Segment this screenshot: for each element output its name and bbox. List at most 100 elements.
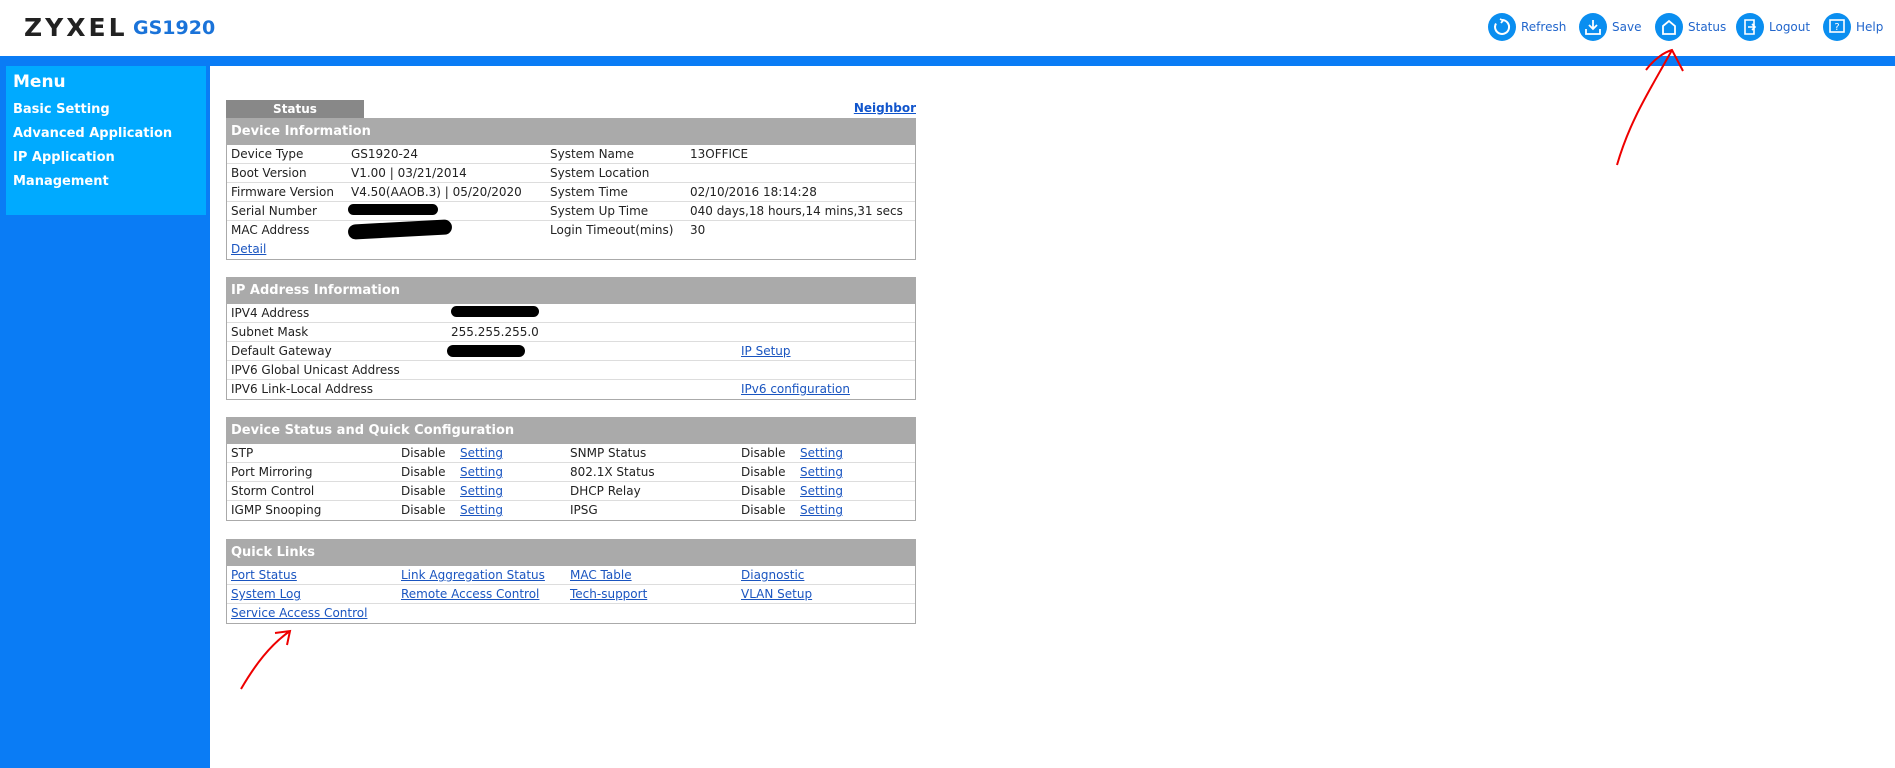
quick-links-table: Quick Links Port Status Link Aggregation … bbox=[226, 539, 916, 624]
table-row: IPV4 Address bbox=[227, 304, 915, 323]
status: Disable bbox=[741, 503, 786, 517]
help-button[interactable]: ? Help bbox=[1823, 12, 1883, 42]
model-name: GS1920 bbox=[133, 17, 216, 39]
quick-link[interactable]: Tech-support bbox=[570, 587, 647, 601]
status: Disable bbox=[741, 484, 786, 498]
status: Disable bbox=[401, 484, 446, 498]
value: V1.00 | 03/21/2014 bbox=[351, 166, 467, 180]
table-row: STP Disable Setting SNMP Status Disable Setti… bbox=[227, 444, 915, 463]
label: 802.1X Status bbox=[570, 465, 655, 479]
save-icon bbox=[1579, 13, 1607, 41]
quick-link[interactable]: System Log bbox=[231, 587, 301, 601]
value: 040 days,18 hours,14 mins,31 secs bbox=[690, 204, 903, 218]
table-row: Subnet Mask 255.255.255.0 bbox=[227, 323, 915, 342]
table-row: IPV6 Global Unicast Address bbox=[227, 361, 915, 380]
label: IPV4 Address bbox=[231, 306, 310, 320]
setting-link[interactable]: Setting bbox=[460, 465, 503, 479]
label: Subnet Mask bbox=[231, 325, 309, 339]
table-row: Service Access Control bbox=[227, 604, 915, 623]
label: SNMP Status bbox=[570, 446, 647, 460]
setting-link[interactable]: Setting bbox=[800, 484, 843, 498]
status: Disable bbox=[401, 465, 446, 479]
neighbor-link[interactable]: Neighbor bbox=[850, 101, 916, 115]
section-header: Device Information bbox=[227, 119, 915, 145]
menu-title: Menu bbox=[13, 72, 66, 92]
help-icon: ? bbox=[1823, 13, 1851, 41]
status: Disable bbox=[741, 465, 786, 479]
value: 13OFFICE bbox=[690, 147, 749, 161]
refresh-icon bbox=[1488, 13, 1516, 41]
save-button[interactable]: Save bbox=[1579, 12, 1641, 42]
svg-text:?: ? bbox=[1834, 22, 1839, 33]
table-row: Serial Number System Up Time 040 days,18 h… bbox=[227, 202, 915, 221]
quick-link[interactable]: MAC Table bbox=[570, 568, 632, 582]
label: STP bbox=[231, 446, 254, 460]
quick-link[interactable]: Port Status bbox=[231, 568, 297, 582]
label: Port Mirroring bbox=[231, 465, 313, 479]
config-link[interactable]: IP Setup bbox=[741, 344, 791, 358]
table-row: IGMP Snooping Disable Setting IPSG Disable Se… bbox=[227, 501, 915, 520]
label: System Location bbox=[550, 166, 650, 180]
detail-link[interactable]: Detail bbox=[231, 242, 266, 256]
table-row: Port Mirroring Disable Setting 802.1X Statu… bbox=[227, 463, 915, 482]
table-row: MAC Address Login Timeout(mins) 30 bbox=[227, 221, 915, 240]
label: IGMP Snooping bbox=[231, 503, 322, 517]
setting-link[interactable]: Setting bbox=[800, 465, 843, 479]
table-row: Port Status Link Aggregation Status MAC Ta… bbox=[227, 566, 915, 585]
label: System Name bbox=[550, 147, 634, 161]
menu-ip-application[interactable]: IP Application bbox=[13, 150, 199, 174]
label: Boot Version bbox=[231, 166, 307, 180]
refresh-button[interactable]: Refresh bbox=[1488, 12, 1566, 42]
device-status-table: Device Status and Quick Configuration ST… bbox=[226, 417, 916, 521]
label: System Up Time bbox=[550, 204, 649, 218]
table-row: IPV6 Link-Local Address IPv6 configuratio… bbox=[227, 380, 915, 399]
table-row: Boot Version V1.00 | 03/21/2014 System Loc… bbox=[227, 164, 915, 183]
table-row: Default Gateway IP Setup bbox=[227, 342, 915, 361]
label: DHCP Relay bbox=[570, 484, 641, 498]
quick-link[interactable]: Service Access Control bbox=[231, 606, 367, 620]
label: Serial Number bbox=[231, 204, 317, 218]
menu-management[interactable]: Management bbox=[13, 174, 199, 198]
value: V4.50(AAOB.3) | 05/20/2020 bbox=[351, 185, 522, 199]
redaction bbox=[451, 306, 539, 317]
config-link[interactable]: IPv6 configuration bbox=[741, 382, 850, 396]
home-icon bbox=[1655, 13, 1683, 41]
quick-link[interactable]: Diagnostic bbox=[741, 568, 804, 582]
label: Login Timeout(mins) bbox=[550, 223, 674, 237]
setting-link[interactable]: Setting bbox=[800, 446, 843, 460]
value: 30 bbox=[690, 223, 706, 237]
table-row: System Log Remote Access Control Tech-supp… bbox=[227, 585, 915, 604]
label: Firmware Version bbox=[231, 185, 334, 199]
label: Device Type bbox=[231, 147, 304, 161]
table-row: Storm Control Disable Setting DHCP Relay Dis… bbox=[227, 482, 915, 501]
label: IPV6 Global Unicast Address bbox=[231, 363, 400, 377]
redaction bbox=[447, 345, 525, 357]
section-header: Quick Links bbox=[227, 540, 915, 566]
menu-advanced-application[interactable]: Advanced Application bbox=[13, 126, 199, 150]
status: Disable bbox=[401, 446, 446, 460]
device-information-table: Device Information Device Type GS1920-24 S… bbox=[226, 118, 916, 260]
value: 02/10/2016 18:14:28 bbox=[690, 185, 817, 199]
table-row: Device Type GS1920-24 System Name 13OFFICE bbox=[227, 145, 915, 164]
quick-link[interactable]: VLAN Setup bbox=[741, 587, 812, 601]
label: System Time bbox=[550, 185, 628, 199]
setting-link[interactable]: Setting bbox=[460, 503, 503, 517]
zyxel-logo: ZYXEL bbox=[24, 13, 128, 42]
tab-status[interactable]: Status bbox=[226, 100, 364, 118]
setting-link[interactable]: Setting bbox=[800, 503, 843, 517]
setting-link[interactable]: Setting bbox=[460, 484, 503, 498]
status: Disable bbox=[401, 503, 446, 517]
label: IPSG bbox=[570, 503, 598, 517]
status-button[interactable]: Status bbox=[1655, 12, 1726, 42]
setting-link[interactable]: Setting bbox=[460, 446, 503, 460]
menu-basic-setting[interactable]: Basic Setting bbox=[13, 102, 199, 126]
status: Disable bbox=[741, 446, 786, 460]
table-row: Detail bbox=[227, 240, 915, 259]
red-arrow-to-status bbox=[1616, 48, 1684, 166]
logout-button[interactable]: Logout bbox=[1736, 12, 1810, 42]
quick-link[interactable]: Link Aggregation Status bbox=[401, 568, 545, 582]
label: MAC Address bbox=[231, 223, 310, 237]
quick-link[interactable]: Remote Access Control bbox=[401, 587, 539, 601]
redaction bbox=[348, 204, 438, 215]
header-bar bbox=[0, 56, 1895, 66]
